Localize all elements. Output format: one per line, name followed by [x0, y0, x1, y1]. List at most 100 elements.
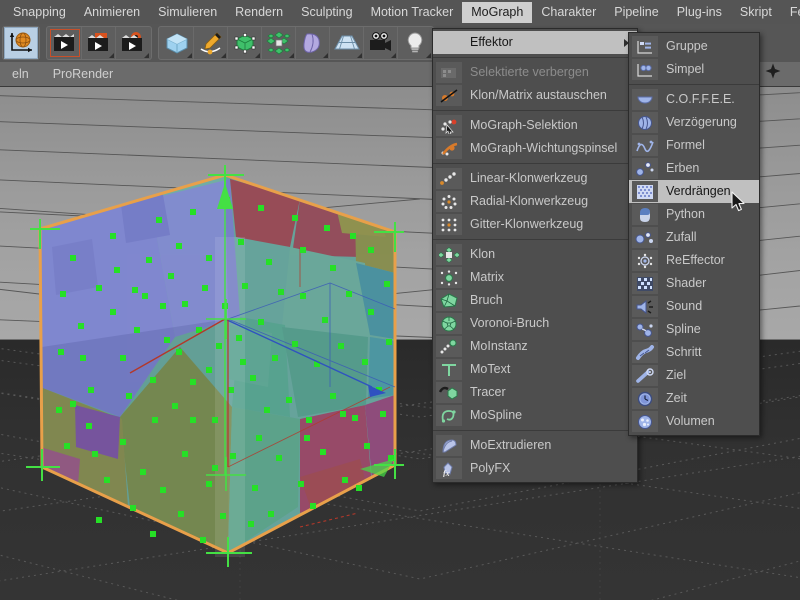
menu-item-linear-klonwerkzeug[interactable]: Linear-Klonwerkzeug [433, 167, 637, 190]
motext-icon [436, 359, 462, 380]
menu-item-python[interactable]: Python [629, 203, 759, 226]
menu-item-radial-klonwerkzeug[interactable]: Radial-Klonwerkzeug [433, 190, 637, 213]
reeffector-icon [632, 250, 658, 271]
menu-item-label: Gitter-Klonwerkzeug [470, 217, 584, 231]
menu-item-moinstanz[interactable]: MoInstanz [433, 335, 637, 358]
effektor-submenu[interactable]: Gruppe Simpel C.O.F.F.E.E. Verzögerung Forme… [628, 32, 760, 436]
scene-grid-icon[interactable] [330, 27, 364, 59]
more-options-corner [391, 53, 396, 58]
menu-item-reeffector[interactable]: ReEffector [629, 249, 759, 272]
menu-separator [433, 239, 637, 240]
more-options-corner [289, 53, 294, 58]
menubar-item-pipeline[interactable]: Pipeline [605, 2, 667, 23]
cloner-icon [436, 244, 462, 265]
menu-item-formel[interactable]: Formel [629, 134, 759, 157]
menu-item-volumen[interactable]: Volumen [629, 410, 759, 433]
menu-item-verdr-ngen[interactable]: Verdrängen [629, 180, 759, 203]
menu-item-tracer[interactable]: Tracer [433, 381, 637, 404]
menu-item-label: MoGraph-Selektion [470, 118, 578, 132]
menu-item-gruppe[interactable]: Gruppe [629, 35, 759, 58]
spline-pen-icon[interactable] [194, 27, 228, 59]
voronoi-fractured-cube [26, 165, 404, 567]
menubar-item-mograph[interactable]: MoGraph [462, 1, 533, 23]
nurbs-cube-icon[interactable] [228, 27, 262, 59]
more-options-corner [255, 53, 260, 58]
menu-item-label: Sound [666, 299, 703, 313]
menubar-item-animieren[interactable]: Animieren [75, 2, 149, 23]
menu-item-label: Zeit [666, 391, 687, 405]
menubar-item-charakter[interactable]: Charakter [532, 2, 605, 23]
menu-item-c-o-f-f-e-e-[interactable]: C.O.F.F.E.E. [629, 88, 759, 111]
deformer-icon[interactable] [296, 27, 330, 59]
menubar-item-snapping[interactable]: Snapping [4, 2, 75, 23]
menu-item-label: PolyFX [470, 461, 511, 475]
menubar-item-fenster[interactable]: Fenster [781, 2, 800, 23]
menu-item-label: MoInstanz [470, 339, 528, 353]
menu-item-matrix[interactable]: Matrix [433, 266, 637, 289]
menu-item-erben[interactable]: Erben [629, 157, 759, 180]
clapper-settings-icon[interactable] [116, 27, 150, 59]
coffee-effector-icon [632, 89, 658, 110]
more-options-corner [109, 53, 114, 58]
menu-item-mospline[interactable]: MoSpline [433, 404, 637, 427]
clapper-red-frame-icon[interactable] [48, 27, 82, 59]
menu-item-label: Verzögerung [666, 115, 737, 129]
menu-separator [433, 110, 637, 111]
step-effector-icon [632, 342, 658, 363]
mograph-cloner-icon[interactable] [262, 27, 296, 59]
menu-item-label: C.O.F.F.E.E. [666, 92, 735, 106]
menu-item-moextrudieren[interactable]: MoExtrudieren [433, 434, 637, 457]
menu-item-klon-matrix-austauschen[interactable]: Klon/Matrix austauschen [433, 84, 637, 107]
menubar-item-motion-tracker[interactable]: Motion Tracker [362, 2, 463, 23]
clapper-render-icon[interactable] [82, 27, 116, 59]
menu-item-gitter-klonwerkzeug[interactable]: Gitter-Klonwerkzeug [433, 213, 637, 236]
menu-item-zufall[interactable]: Zufall [629, 226, 759, 249]
menu-item-simpel[interactable]: Simpel [629, 58, 759, 81]
polyfx-icon: fx [436, 458, 462, 479]
more-options-corner [187, 53, 192, 58]
menu-item-klon[interactable]: Klon [433, 243, 637, 266]
menubar-item-skript[interactable]: Skript [731, 2, 781, 23]
menu-item-effektor[interactable]: Effektor [433, 31, 637, 54]
menubar-item-plug-ins[interactable]: Plug-ins [668, 2, 731, 23]
shader-effector-icon [632, 273, 658, 294]
prorender-menu[interactable]: ProRender [41, 67, 125, 81]
menu-item-polyfx[interactable]: fx PolyFX [433, 457, 637, 480]
cube-primitive-icon[interactable] [160, 27, 194, 59]
camera-icon[interactable] [364, 27, 398, 59]
spline-effector-icon [632, 319, 658, 340]
menu-item-zeit[interactable]: Zeit [629, 387, 759, 410]
radial-clone-tool-icon [436, 191, 462, 212]
menu-item-mograph-selektion[interactable]: MoGraph-Selektion [433, 114, 637, 137]
menu-item-ziel[interactable]: Ziel [629, 364, 759, 387]
menu-item-sound[interactable]: Sound [629, 295, 759, 318]
light-bulb-icon[interactable] [398, 27, 432, 59]
menu-item-label: Klon/Matrix austauschen [470, 88, 607, 102]
menu-item-label: Simpel [666, 62, 705, 76]
menu-item-motext[interactable]: MoText [433, 358, 637, 381]
push-apart-effector-icon [632, 181, 658, 202]
tracer-icon [436, 382, 462, 403]
menu-item-label: Bruch [470, 293, 503, 307]
menu-item-voronoi-bruch[interactable]: Voronoi-Bruch [433, 312, 637, 335]
menubar-item-sculpting[interactable]: Sculpting [292, 2, 361, 23]
globe-axis-icon[interactable] [4, 27, 38, 59]
menu-item-selektierte-verbergen[interactable]: Selektierte verbergen [433, 61, 637, 84]
mograph-dropdown-menu[interactable]: Effektor Selektierte verbergen Klon/Matrix… [432, 28, 638, 483]
menu-item-bruch[interactable]: Bruch [433, 289, 637, 312]
menu-item-verz-gerung[interactable]: Verzögerung [629, 111, 759, 134]
menubar-item-simulieren[interactable]: Simulieren [149, 2, 226, 23]
menu-item-label: Radial-Klonwerkzeug [470, 194, 589, 208]
menubar-item-rendern[interactable]: Rendern [226, 2, 292, 23]
menu-item-shader[interactable]: Shader [629, 272, 759, 295]
mospline-icon [436, 405, 462, 426]
move-four-arrows-icon[interactable] [764, 63, 782, 86]
menu-item-label: Zufall [666, 230, 697, 244]
menu-item-label: Shader [666, 276, 707, 290]
menu-item-schritt[interactable]: Schritt [629, 341, 759, 364]
menu-item-label: Erben [666, 161, 700, 175]
menu-item-mograph-wichtungspinsel[interactable]: MoGraph-Wichtungspinsel [433, 137, 637, 160]
menu-item-label: MoSpline [470, 408, 523, 422]
menu-item-spline[interactable]: Spline [629, 318, 759, 341]
more-options-corner [144, 53, 149, 58]
